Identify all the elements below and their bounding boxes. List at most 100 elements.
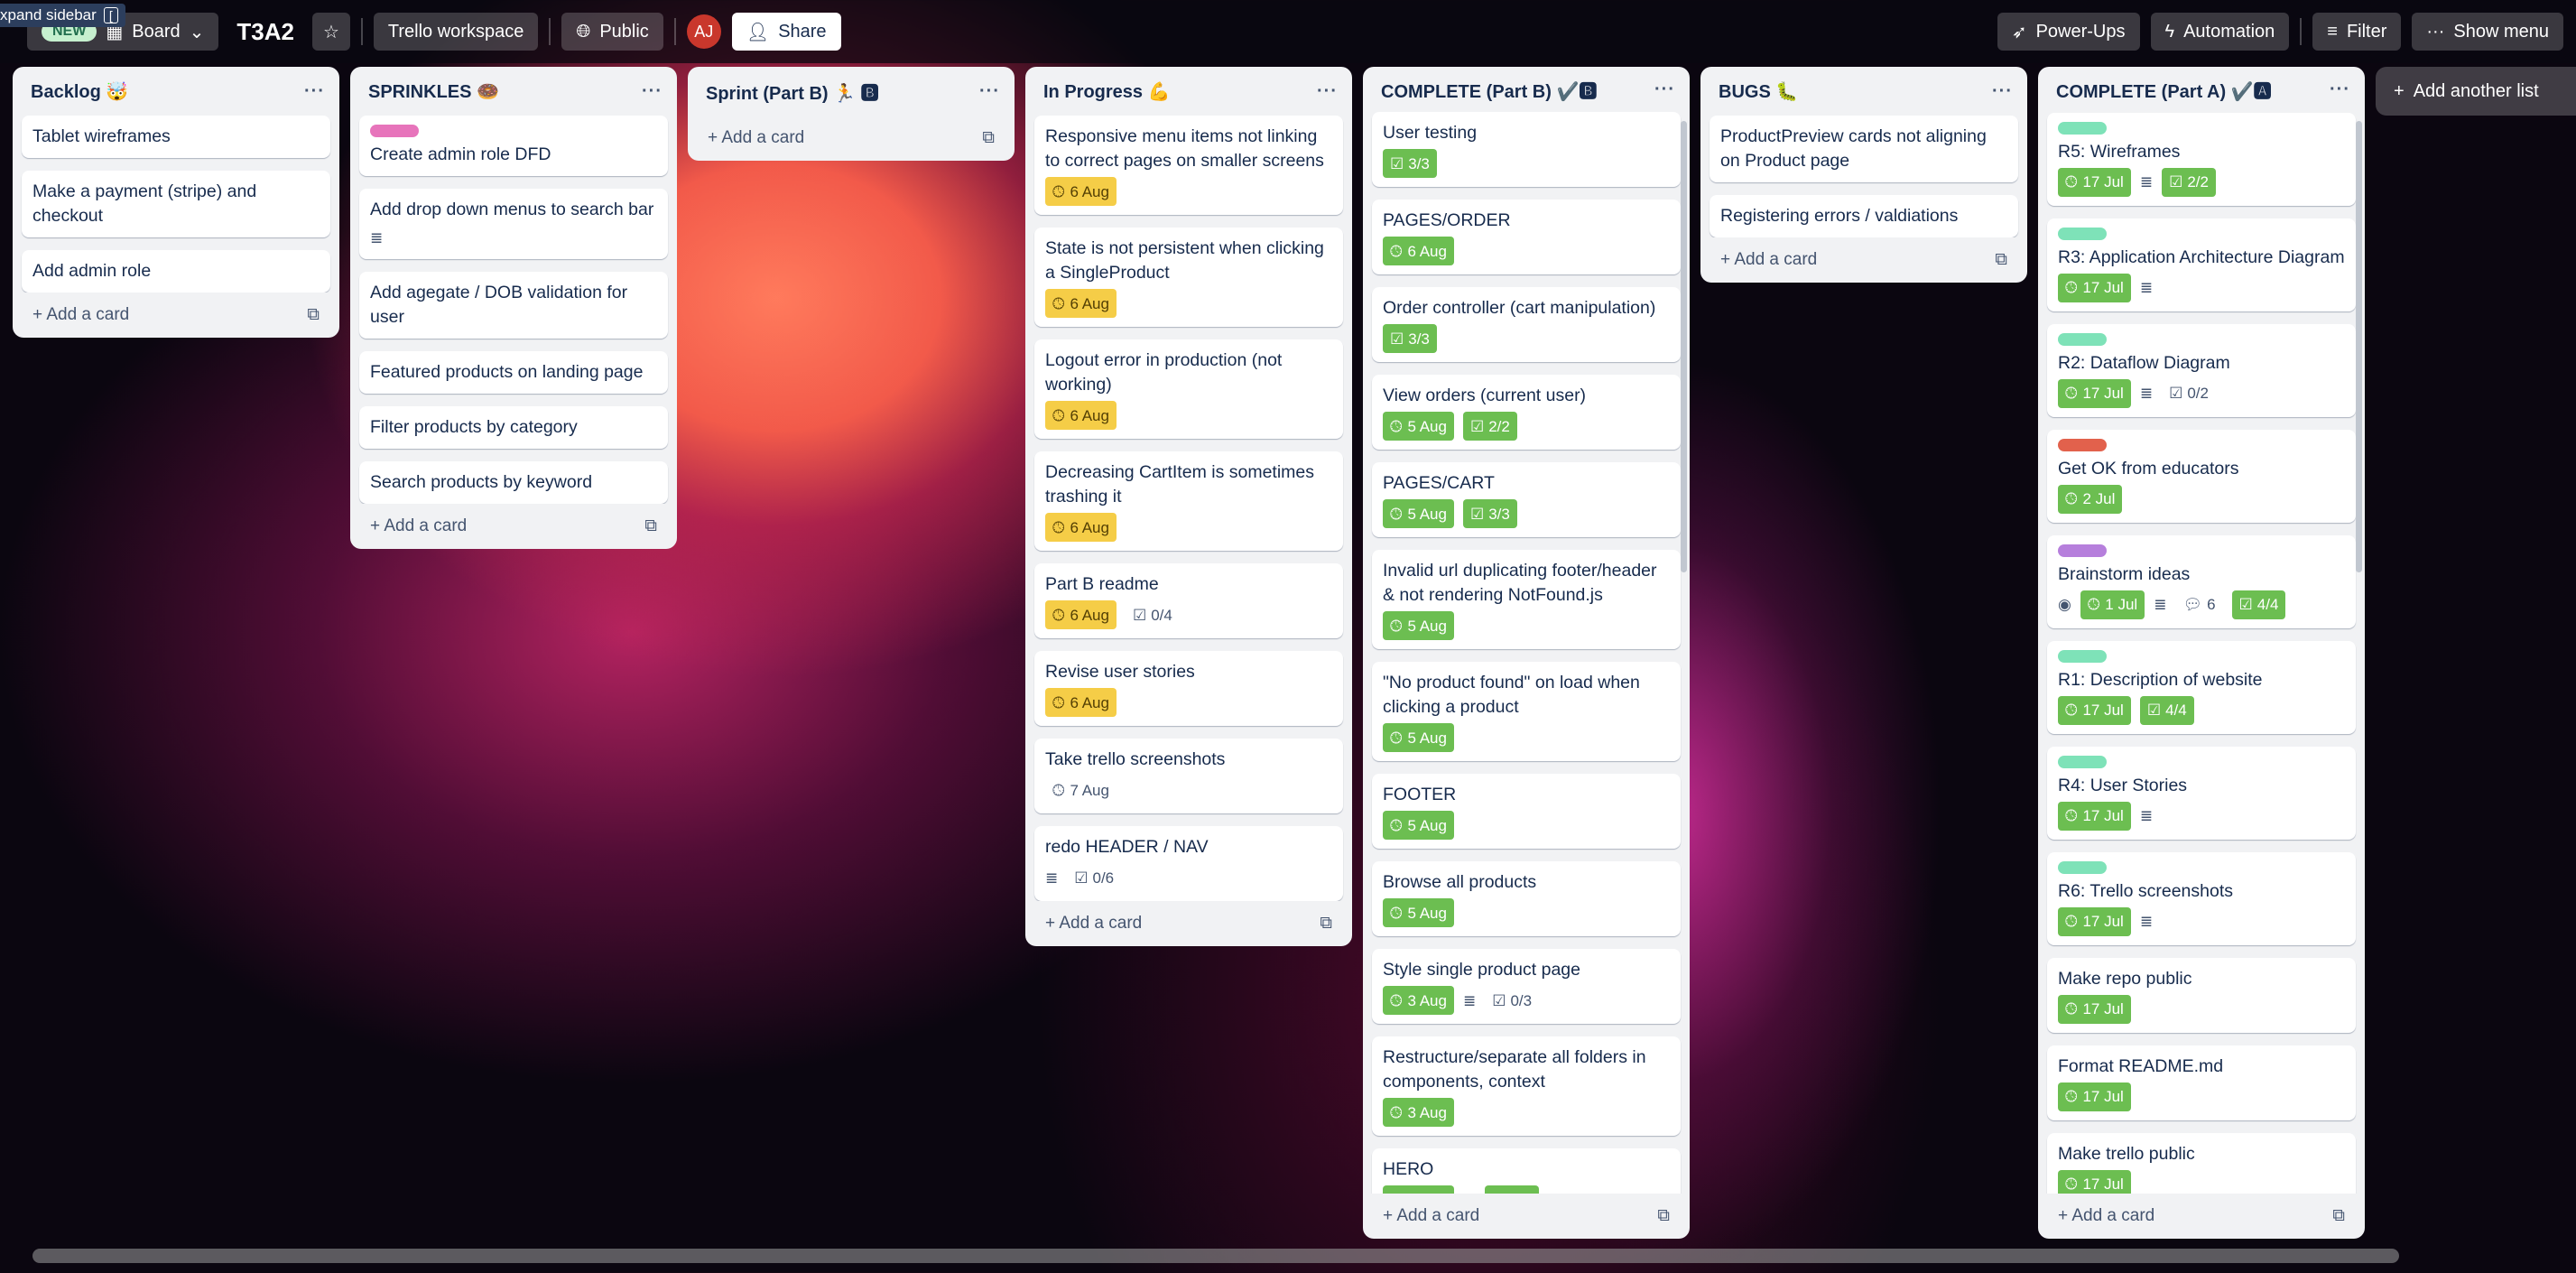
card[interactable]: Filter products by category — [359, 406, 668, 449]
card[interactable]: ProductPreview cards not aligning on Pro… — [1710, 116, 2018, 182]
avatar[interactable]: AJ — [686, 14, 721, 49]
card[interactable]: Invalid url duplicating footer/header & … — [1372, 550, 1681, 650]
due-date-badge[interactable]: 🕓︎ 7 Aug — [1045, 776, 1117, 804]
horizontal-scrollbar[interactable] — [32, 1249, 2399, 1263]
card[interactable]: PAGES/ORDER 🕓︎ 6 Aug — [1372, 200, 1681, 275]
due-date-badge[interactable]: 🕓︎ 1 Jul — [2080, 590, 2145, 619]
add-card-button[interactable]: + Add a card ⧉ — [13, 293, 339, 330]
due-date-badge[interactable]: 🕓︎ 17 Jul — [2058, 994, 2131, 1024]
due-date-badge[interactable]: 🕓︎ 6 Aug — [1045, 688, 1117, 717]
card[interactable]: FOOTER 🕓︎ 5 Aug — [1372, 774, 1681, 850]
list-menu-icon[interactable]: ··· — [979, 81, 1000, 102]
card-template-icon[interactable]: ⧉ — [1995, 250, 2007, 270]
card-label[interactable] — [2058, 332, 2107, 346]
card[interactable]: R4: User Stories 🕓︎ 17 Jul ≣ — [2047, 746, 2356, 840]
card[interactable]: Add admin role — [22, 250, 330, 293]
card[interactable]: PAGES/CART 🕓︎ 5 Aug ☑ 3/3 — [1372, 462, 1681, 538]
card[interactable]: Search products by keyword — [359, 461, 668, 504]
list-menu-icon[interactable]: ··· — [642, 81, 663, 102]
due-date-badge[interactable]: 🕓︎ 3 Aug — [1383, 1098, 1454, 1128]
card[interactable]: Logout error in production (not working)… — [1034, 339, 1343, 439]
list-title[interactable]: In Progress 💪 — [1043, 80, 1171, 103]
card[interactable]: Responsive menu items not linking to cor… — [1034, 116, 1343, 215]
power-ups-button[interactable]: ➶ Power-Ups — [1997, 13, 2140, 51]
board-title[interactable]: T3A2 — [229, 18, 301, 46]
due-date-badge[interactable]: 🕓︎ 17 Jul — [2058, 167, 2131, 197]
automation-button[interactable]: ϟ Automation — [2150, 13, 2290, 51]
card-template-icon[interactable]: ⧉ — [1320, 914, 1332, 934]
card-label[interactable] — [2058, 649, 2107, 663]
due-date-badge[interactable]: 🕓︎ 6 Aug — [1045, 177, 1117, 206]
card[interactable]: Get OK from educators 🕓︎ 2 Jul — [2047, 429, 2356, 523]
card[interactable]: HERO 🕓︎1 Aug≣☑4/4 — [1372, 1148, 1681, 1194]
due-date-badge[interactable]: 🕓︎ 17 Jul — [2058, 801, 2131, 831]
card[interactable]: Restructure/separate all folders in comp… — [1372, 1036, 1681, 1137]
add-card-button[interactable]: + Add a card ⧉ — [1363, 1194, 1690, 1231]
list-title[interactable]: COMPLETE (Part B) ✔️🅱 — [1381, 77, 1597, 103]
list-menu-icon[interactable]: ··· — [1317, 81, 1338, 102]
due-date-badge[interactable]: 🕓︎ 17 Jul — [2058, 378, 2131, 408]
card[interactable]: Decreasing CartItem is sometimes trashin… — [1034, 451, 1343, 551]
list-menu-icon[interactable]: ··· — [1654, 79, 1675, 100]
add-list-button[interactable]: + Add another list — [2376, 67, 2576, 116]
card[interactable]: Revise user stories 🕓︎ 6 Aug — [1034, 651, 1343, 726]
due-date-badge[interactable]: 🕓︎1 Aug — [1383, 1185, 1454, 1194]
list-menu-icon[interactable]: ··· — [304, 81, 325, 102]
due-date-badge[interactable]: 🕓︎ 17 Jul — [2058, 1169, 2131, 1194]
card[interactable]: View orders (current user) 🕓︎ 5 Aug ☑ 2/2 — [1372, 375, 1681, 451]
card[interactable]: Registering errors / valdiations — [1710, 195, 2018, 237]
filter-button[interactable]: ≡ Filter — [2312, 13, 2402, 51]
due-date-badge[interactable]: 🕓︎ 5 Aug — [1383, 412, 1454, 441]
list-title[interactable]: Backlog 🤯 — [31, 80, 128, 103]
card[interactable]: R1: Description of website 🕓︎ 17 Jul ☑ 4/4 — [2047, 640, 2356, 734]
card-label[interactable] — [2058, 544, 2107, 557]
list-menu-icon[interactable]: ··· — [1992, 81, 2013, 102]
list-menu-icon[interactable]: ··· — [2330, 79, 2350, 100]
card[interactable]: Brainstorm ideas ◉ 🕓︎ 1 Jul ≣ 💬︎ 6 ☑ 4/4 — [2047, 534, 2356, 628]
list-title[interactable]: BUGS 🐛 — [1719, 80, 1798, 103]
add-card-button[interactable]: + Add a card ⧉ — [350, 504, 677, 542]
card[interactable]: redo HEADER / NAV ≣ ☑ 0/6 — [1034, 826, 1343, 901]
card[interactable]: "No product found" on load when clicking… — [1372, 662, 1681, 762]
card[interactable]: Tablet wireframes — [22, 116, 330, 158]
card[interactable]: R2: Dataflow Diagram 🕓︎ 17 Jul ≣ ☑ 0/2 — [2047, 323, 2356, 417]
card-label[interactable] — [2058, 438, 2107, 451]
due-date-badge[interactable]: 🕓︎ 17 Jul — [2058, 1082, 2131, 1111]
card[interactable]: Create admin role DFD — [359, 116, 668, 176]
card-label[interactable] — [2058, 860, 2107, 874]
card[interactable]: Style single product page 🕓︎ 3 Aug ≣ ☑ 0/3 — [1372, 949, 1681, 1025]
card-label[interactable] — [2058, 755, 2107, 768]
workspace-button[interactable]: Trello workspace — [373, 13, 539, 51]
due-date-badge[interactable]: 🕓︎ 17 Jul — [2058, 273, 2131, 302]
card[interactable]: Make repo public 🕓︎ 17 Jul — [2047, 957, 2356, 1033]
visibility-button[interactable]: 🌐︎ Public — [561, 13, 663, 51]
due-date-badge[interactable]: 🕓︎ 6 Aug — [1045, 401, 1117, 430]
add-card-button[interactable]: + Add a card ⧉ — [1700, 237, 2027, 275]
due-date-badge[interactable]: 🕓︎ 2 Jul — [2058, 484, 2123, 514]
star-button[interactable]: ☆ — [311, 13, 350, 51]
card[interactable]: Take trello screenshots 🕓︎ 7 Aug — [1034, 739, 1343, 813]
card[interactable]: R3: Application Architecture Diagram 🕓︎ 17… — [2047, 218, 2356, 311]
due-date-badge[interactable]: 🕓︎ 5 Aug — [1383, 499, 1454, 529]
due-date-badge[interactable]: 🕓︎ 5 Aug — [1383, 898, 1454, 928]
due-date-badge[interactable]: 🕓︎ 5 Aug — [1383, 811, 1454, 841]
due-date-badge[interactable]: 🕓︎ 17 Jul — [2058, 695, 2131, 725]
card[interactable]: Add agegate / DOB validation for user — [359, 272, 668, 339]
due-date-badge[interactable]: 🕓︎ 6 Aug — [1045, 600, 1117, 629]
due-date-badge[interactable]: 🕓︎ 6 Aug — [1045, 513, 1117, 542]
due-date-badge[interactable]: 🕓︎ 5 Aug — [1383, 611, 1454, 641]
card[interactable]: Browse all products 🕓︎ 5 Aug — [1372, 861, 1681, 937]
due-date-badge[interactable]: 🕓︎ 17 Jul — [2058, 906, 2131, 936]
card[interactable]: Format README.md 🕓︎ 17 Jul — [2047, 1045, 2356, 1120]
due-date-badge[interactable]: 🕓︎ 6 Aug — [1383, 237, 1454, 266]
add-card-button[interactable]: + Add a card ⧉ — [2038, 1194, 2365, 1231]
card-template-icon[interactable]: ⧉ — [2332, 1206, 2345, 1226]
share-button[interactable]: 👤︎ Share — [731, 13, 841, 51]
due-date-badge[interactable]: 🕓︎ 3 Aug — [1383, 986, 1454, 1016]
card[interactable]: Part B readme 🕓︎ 6 Aug ☑ 0/4 — [1034, 563, 1343, 638]
due-date-badge[interactable]: 🕓︎ 5 Aug — [1383, 723, 1454, 753]
list-scrollbar[interactable] — [2356, 121, 2362, 572]
card[interactable]: Add drop down menus to search bar ≣ — [359, 189, 668, 259]
card[interactable]: R6: Trello screenshots 🕓︎ 17 Jul ≣ — [2047, 851, 2356, 945]
due-date-badge[interactable]: 🕓︎ 6 Aug — [1045, 289, 1117, 318]
